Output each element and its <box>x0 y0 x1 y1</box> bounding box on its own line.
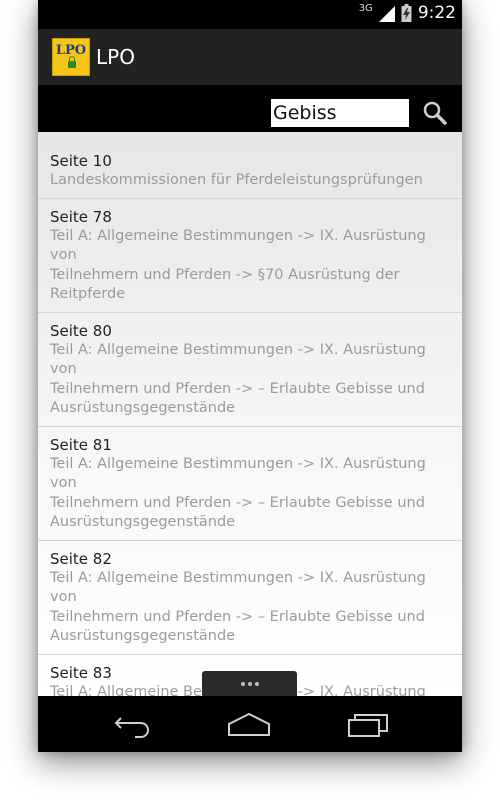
recent-apps-icon <box>347 714 391 742</box>
search-bar <box>38 85 462 132</box>
results-list: Seite 10 Landeskommissionen für Pferdelei… <box>38 132 462 696</box>
clock: 9:22 <box>417 3 456 23</box>
result-subtitle-line: Teil A: Allgemeine Bestimmungen -> IX. A… <box>50 227 426 264</box>
back-icon <box>111 717 155 742</box>
result-subtitle-line: Teilnehmern und Pferden -> – Erlaubte Ge… <box>50 608 425 625</box>
result-subtitle-line: Landeskommissionen für Pferdeleistungspr… <box>50 172 423 188</box>
home-button[interactable] <box>227 710 271 738</box>
result-title: Seite 78 <box>50 207 112 226</box>
result-subtitle-line: Teil A: Allgemeine Bestimmungen -> IX. A… <box>50 569 426 606</box>
phone-screen: 3G 9:22 LPO LPO Seite 10 Landeskommission… <box>38 0 462 752</box>
app-title: LPO <box>96 45 135 69</box>
result-item[interactable]: Seite 78 Teil A: Allgemeine Bestimmungen … <box>38 199 462 313</box>
result-item[interactable]: Seite 82 Teil A: Allgemeine Bestimmungen … <box>38 541 462 655</box>
result-subtitle-line: Reitpferde <box>50 286 126 302</box>
back-button[interactable] <box>111 710 155 738</box>
result-subtitle-line: Teilnehmern und Pferden -> – Erlaubte Ge… <box>50 380 425 397</box>
search-input[interactable] <box>271 99 409 127</box>
network-type-label: 3G <box>358 2 373 14</box>
result-subtitle-line: Teil A: Allgemeine Bestimmungen -> IX. A… <box>50 341 426 378</box>
result-subtitle-line: Teilnehmern und Pferden -> – Erlaubte Ge… <box>50 494 425 511</box>
result-item[interactable]: Seite 80 Teil A: Allgemeine Bestimmungen … <box>38 313 462 427</box>
result-subtitle-line: Teilnehmern und Pferden -> §70 Ausrüstun… <box>50 266 400 283</box>
overflow-dots-icon <box>240 681 259 686</box>
app-logo[interactable]: LPO <box>52 38 90 76</box>
search-icon <box>422 101 448 130</box>
result-title: Seite 10 <box>50 152 112 170</box>
overflow-menu-button[interactable] <box>202 671 297 696</box>
recent-apps-button[interactable] <box>347 710 391 738</box>
result-item[interactable]: Seite 81 Teil A: Allgemeine Bestimmungen … <box>38 427 462 541</box>
result-title: Seite 81 <box>50 435 112 454</box>
search-button[interactable] <box>422 100 448 126</box>
result-item[interactable]: Seite 10 Landeskommissionen für Pferdelei… <box>38 132 462 199</box>
status-bar: 3G 9:22 <box>38 0 462 29</box>
result-title: Seite 80 <box>50 321 112 340</box>
result-subtitle-line: Ausrüstungsgegenstände <box>50 514 236 530</box>
home-icon <box>227 712 271 742</box>
lock-icon <box>68 56 76 68</box>
result-title: Seite 82 <box>50 549 112 568</box>
navigation-bar <box>38 696 462 752</box>
battery-icon <box>401 4 412 22</box>
result-subtitle-line: Ausrüstungsgegenstände <box>50 628 236 644</box>
signal-strength-icon <box>378 4 395 22</box>
status-icons: 3G 9:22 <box>358 2 456 24</box>
result-subtitle-line: Ausrüstungsgegenstände <box>50 400 236 416</box>
result-subtitle-line: Teil A: Allgemeine Bestimmungen -> IX. A… <box>50 455 426 492</box>
action-bar: LPO LPO <box>38 29 462 85</box>
